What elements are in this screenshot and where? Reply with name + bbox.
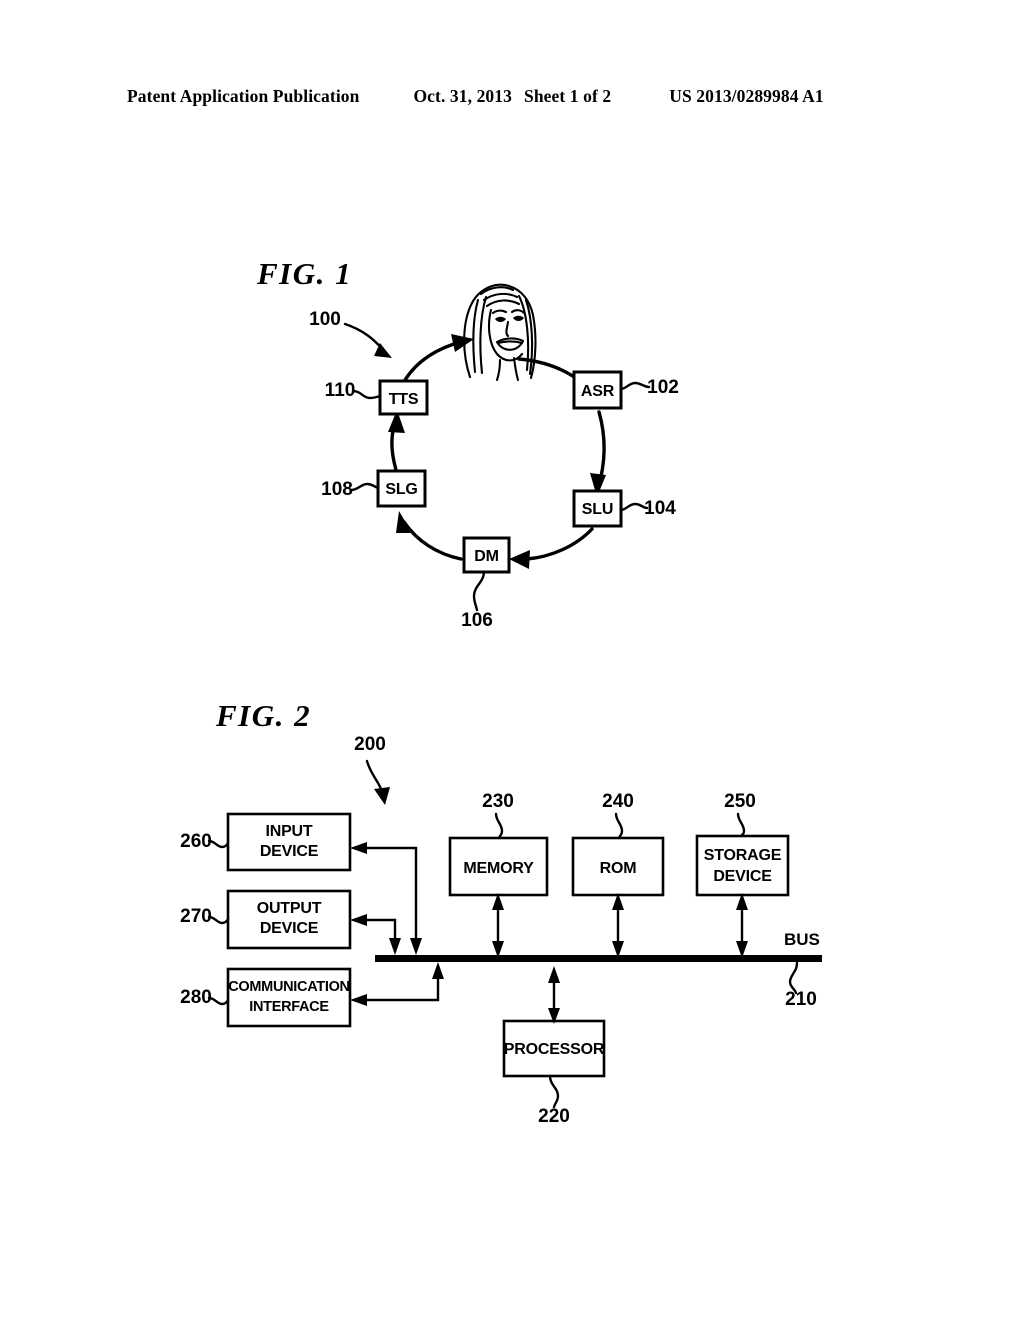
fig2-node-communication-interface-line1: COMMUNICATION [228,979,349,995]
fig2-bus: BUS 210 [375,930,822,1010]
fig1-node-dm-label: DM [474,548,498,565]
figure-1-title: FIG. 1 [257,256,353,291]
fig2-node-memory-label: MEMORY [463,860,534,877]
fig1-ref-102: 102 [647,377,679,398]
fig2-connector-comm-interface-bus [350,962,444,1006]
fig2-bus-label: BUS [784,930,820,949]
fig2-ref-210: 210 [785,989,817,1010]
header-date-text: Oct. 31, 2013 [413,86,512,106]
fig2-connector-memory-bus [492,893,504,958]
fig2-ref-200: 200 [354,734,386,755]
fig2-connector-processor-bus [548,966,560,1024]
fig2-lead-220: 220 [538,1074,570,1127]
fig2-ref-250: 250 [724,791,756,812]
fig1-arc-asr-to-slu [590,410,606,497]
fig2-node-input-device-line2: DEVICE [260,843,319,860]
fig1-ref-104: 104 [644,498,676,519]
fig2-node-communication-interface[interactable]: COMMUNICATION INTERFACE [226,967,352,1028]
fig1-lead-100: 100 [309,309,392,358]
fig1-lead-108: 108 [321,479,380,500]
fig2-node-processor-label: PROCESSOR [504,1041,605,1058]
fig2-node-memory[interactable]: MEMORY [448,836,549,897]
fig1-arc-user-to-asr [517,357,600,400]
fig2-node-storage-device-line2: DEVICE [713,868,772,885]
fig2-connector-storage-bus [736,893,748,958]
fig1-ref-110: 110 [325,380,356,401]
fig2-node-output-device-line1: OUTPUT [257,900,322,917]
fig1-lead-102: 102 [619,377,679,398]
fig2-lead-270: 270 [180,906,230,927]
fig2-node-communication-interface-line2: INTERFACE [249,999,329,1015]
fig2-node-output-device-line2: DEVICE [260,920,319,937]
fig1-lead-104: 104 [619,498,676,519]
fig2-ref-260: 260 [180,831,212,852]
fig2-connector-rom-bus [612,893,624,958]
fig2-lead-280: 280 [180,987,230,1008]
fig2-lead-200: 200 [354,734,390,805]
fig1-arc-dm-to-slg [396,511,463,561]
fig2-ref-270: 270 [180,906,212,927]
fig2-ref-220: 220 [538,1106,570,1127]
fig2-node-rom-label: ROM [600,860,637,877]
fig1-node-dm[interactable]: DM [462,536,511,574]
fig2-ref-240: 240 [602,791,634,812]
fig2-node-input-device-line1: INPUT [265,823,312,840]
patent-figures-canvas: 100 TTS 110 ASR 102 SLU 104 DM 106 SLG 1… [180,283,822,1127]
fig1-ref-108: 108 [321,479,353,500]
fig2-lead-240: 240 [602,791,634,840]
fig2-node-rom[interactable]: ROM [571,836,665,897]
figure-2-group: 200 BUS 210 INPUT DEVICE 260 OUTPUT DEVI… [180,734,822,1127]
header-publication-text: Patent Application Publication [127,86,360,106]
fig1-node-tts-label: TTS [389,391,419,408]
fig2-ref-230: 230 [482,791,514,812]
fig1-lead-106: 106 [461,570,493,631]
fig1-ref-106: 106 [461,610,493,631]
fig1-node-tts[interactable]: TTS [378,379,429,416]
fig2-node-storage-device-line1: STORAGE [704,847,782,864]
fig2-connector-bus-output-device [350,914,401,955]
figure-2-title: FIG. 2 [216,698,312,733]
fig2-lead-230: 230 [482,791,514,840]
fig1-node-slg[interactable]: SLG [376,469,427,508]
figure-1-group: 100 TTS 110 ASR 102 SLU 104 DM 106 SLG 1… [309,283,679,631]
fig1-arc-tts-to-user [403,334,474,382]
fig1-node-slu-label: SLU [582,501,613,518]
fig2-lead-250: 250 [724,791,756,838]
header-sheet-text: Sheet 1 of 2 [523,86,612,106]
fig2-node-input-device[interactable]: INPUT DEVICE [226,812,352,872]
fig2-lead-260: 260 [180,831,230,852]
fig1-node-slg-label: SLG [385,481,417,498]
speaking-user-illustration [463,283,537,382]
header-publication-number: US 2013/0289984 A1 [669,86,824,106]
fig2-node-storage-device[interactable]: STORAGE DEVICE [695,834,790,897]
fig2-ref-280: 280 [180,987,212,1008]
fig1-node-asr[interactable]: ASR [572,370,623,410]
fig2-node-processor[interactable]: PROCESSOR [502,1019,606,1078]
fig1-arc-slg-to-tts [388,410,405,472]
fig1-node-slu[interactable]: SLU [572,489,623,528]
publication-header: Patent Application Publication Oct. 31, … [0,86,1024,112]
fig1-node-asr-label: ASR [581,383,615,400]
fig2-connector-bus-input-device [350,842,422,955]
fig1-ref-100: 100 [309,309,341,330]
fig2-node-output-device[interactable]: OUTPUT DEVICE [226,889,352,950]
fig1-arc-slu-to-dm [509,527,594,569]
fig1-lead-110: 110 [325,380,382,401]
patent-drawing-page: Patent Application Publication Oct. 31, … [0,0,1024,1320]
